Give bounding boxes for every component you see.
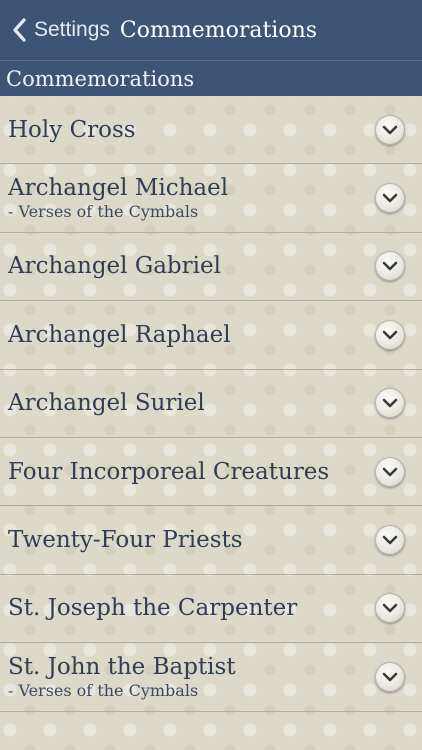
section-title: Commemorations [6,66,195,91]
chevron-down-icon [382,672,398,682]
list-item-text: St. Joseph the Carpenter [8,594,297,622]
nav-bar: Settings Commemorations [0,0,422,60]
expand-button[interactable] [375,388,405,419]
list-item-text: Twenty-Four Priests [8,526,243,554]
expand-button[interactable] [375,593,405,624]
chevron-down-icon [382,262,398,271]
expand-button[interactable] [375,114,405,145]
expand-button[interactable] [375,456,405,487]
list-item-text: Archangel Gabriel [8,252,221,280]
list-item-text: Holy Cross [8,116,136,144]
chevron-down-icon [382,398,398,408]
back-button[interactable]: Settings [0,0,118,60]
list-item-subtitle: - Verses of the Cymbals [8,680,199,700]
chevron-down-icon [382,330,398,340]
list-item-subtitle: - Verses of the Cymbals [8,202,199,222]
list-item-text: Archangel Raphael [8,321,231,349]
list-item-title: St. Joseph the Carpenter [8,595,298,622]
list-item[interactable]: Holy Cross [0,96,422,165]
list-item-text: Archangel Suriel [8,389,205,417]
list-item[interactable]: Archangel Suriel [0,370,422,438]
list-item[interactable]: Archangel Gabriel [0,233,422,302]
list-item-title: Archangel Suriel [8,390,205,417]
expand-button[interactable] [375,319,405,350]
list-item-title: St. John the Baptist [8,653,236,680]
chevron-down-icon [382,604,398,613]
back-label: Settings [34,18,110,41]
chevron-down-icon [382,467,398,476]
list-item-title: Twenty-Four Priests [8,527,243,554]
list-item-text: Archangel Michael - Verses of the Cymbal… [8,174,228,222]
list-item-text: St. John the Baptist - Verses of the Cym… [8,653,236,701]
list-item[interactable]: Archangel Raphael [0,301,422,370]
list-item[interactable]: St. John the Baptist - Verses of the Cym… [0,643,422,712]
list-item-title: Holy Cross [8,116,136,143]
page-title: Commemorations [119,17,318,43]
chevron-down-icon [382,193,398,203]
list-item[interactable]: Twenty-Four Priests [0,506,422,575]
list-item-title: Archangel Raphael [8,321,231,348]
commemorations-list: Holy Cross Archangel Michael - Verses of… [0,96,422,712]
expand-button[interactable] [375,661,405,692]
chevron-down-icon [382,535,398,545]
expand-button[interactable] [375,251,405,282]
list-item[interactable]: Archangel Michael - Verses of the Cymbal… [0,164,422,233]
list-item[interactable]: St. Joseph the Carpenter [0,575,422,644]
expand-button[interactable] [375,183,405,214]
list-item-text: Four Incorporeal Creatures [8,458,329,486]
section-header: Commemorations [0,60,422,96]
expand-button[interactable] [375,525,405,556]
chevron-down-icon [382,125,398,134]
list-item[interactable]: Four Incorporeal Creatures [0,438,422,507]
chevron-left-icon [13,18,26,42]
list-item-title: Archangel Michael [8,175,229,202]
list-item-title: Archangel Gabriel [8,253,221,280]
list-item-title: Four Incorporeal Creatures [8,458,330,485]
